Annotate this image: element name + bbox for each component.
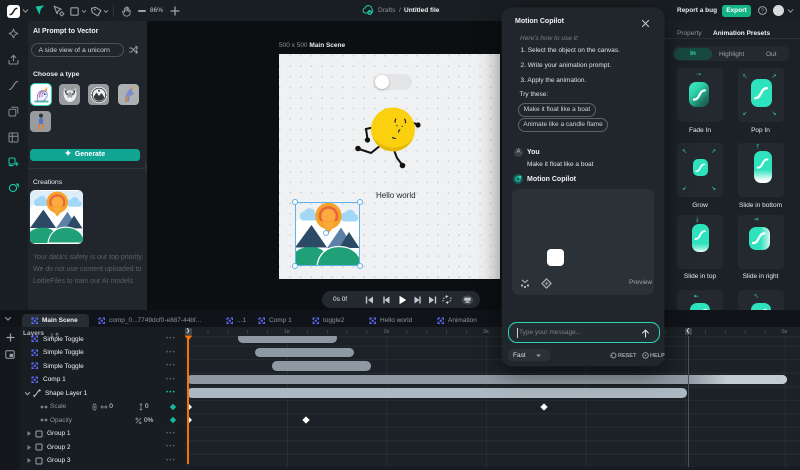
svg-text:?: ? xyxy=(761,9,764,15)
